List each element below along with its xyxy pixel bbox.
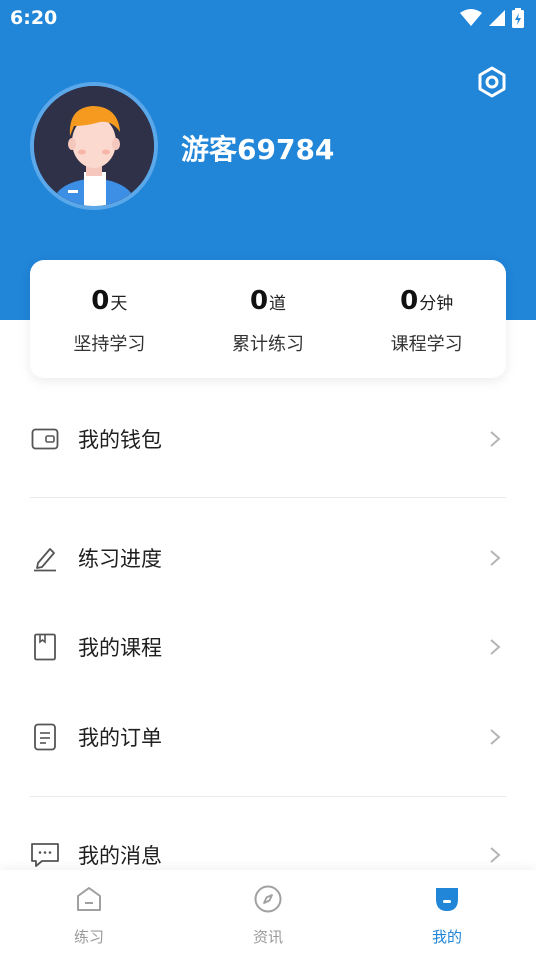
tab-label: 我的 [431,928,462,946]
tab-practice[interactable]: 练习 [29,870,149,954]
menu-item-my-courses[interactable]: 我的课程 [0,617,536,677]
status-bar: 6:20 [0,0,536,36]
menu-item-label: 我的钱包 [78,428,162,452]
pencil-icon [30,543,60,573]
stat-unit: 道 [269,294,287,314]
stat-value: 0 [249,286,269,316]
avatar[interactable] [30,82,158,210]
stat-unit: 天 [110,294,128,314]
chevron-right-icon [486,429,504,449]
message-bubble-icon [30,840,60,870]
username: 游客69784 [181,133,335,166]
signal-icon [488,9,506,31]
stat-practice-count: 0道 累计练习 [189,260,348,378]
menu-item-practice-progress[interactable]: 练习进度 [0,528,536,588]
book-icon [30,632,60,662]
chevron-right-icon [486,727,504,747]
status-icons [460,8,524,32]
menu-item-label: 我的课程 [78,636,162,660]
stat-study-days: 0天 坚持学习 [30,260,189,378]
settings-button[interactable] [474,66,510,102]
chevron-right-icon [486,548,504,568]
stat-value: 0 [91,286,110,316]
stat-label: 累计练习 [232,334,304,355]
tab-news[interactable]: 资讯 [208,870,328,954]
divider [30,497,506,498]
stat-label: 坚持学习 [73,334,146,355]
compass-icon [253,884,283,914]
tab-label: 资讯 [252,928,283,946]
stats-card: 0天 坚持学习 0道 累计练习 0分钟 课程学习 [30,260,506,378]
tab-profile[interactable]: 我的 [387,870,507,954]
menu-item-label: 我的订单 [78,726,162,750]
chevron-right-icon [486,637,504,657]
divider [30,796,506,797]
profile-icon [432,884,462,914]
avatar-illustration [34,86,154,206]
wallet-icon [30,424,60,454]
menu-item-label: 练习进度 [78,547,162,571]
practice-home-icon [74,884,104,914]
stat-label: 课程学习 [390,334,463,355]
order-document-icon [30,722,60,752]
menu-item-wallet[interactable]: 我的钱包 [0,409,536,469]
stat-course-minutes: 0分钟 课程学习 [347,260,506,378]
stat-unit: 分钟 [419,294,454,314]
battery-charging-icon [512,8,524,32]
menu-item-label: 我的消息 [78,844,162,868]
chevron-right-icon [486,845,504,865]
status-time: 6:20 [10,7,58,29]
settings-hexagon-icon [476,66,508,102]
menu-item-my-orders[interactable]: 我的订单 [0,707,536,767]
stat-value: 0 [400,286,419,316]
bottom-tab-bar: 练习 资讯 我的 [0,870,536,954]
wifi-icon [460,9,482,31]
tab-label: 练习 [73,928,104,946]
